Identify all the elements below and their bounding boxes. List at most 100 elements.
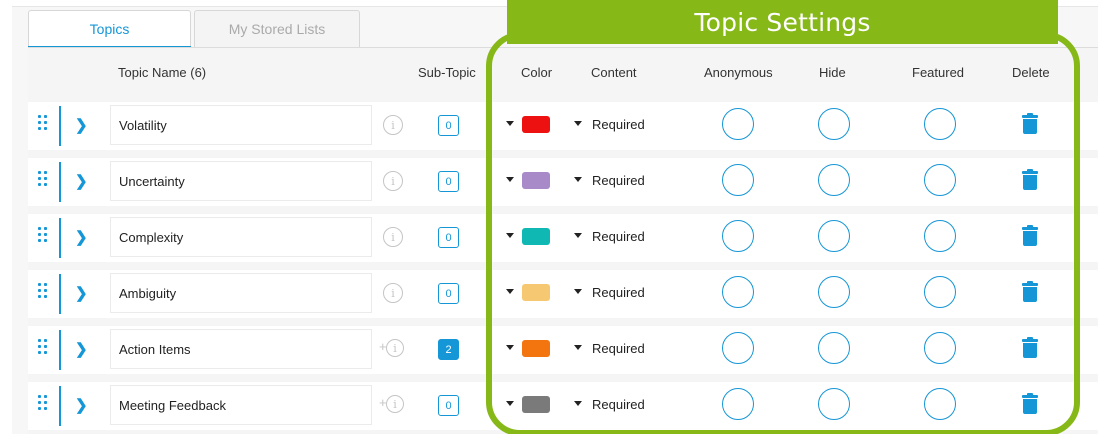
content-dropdown-caret-icon[interactable] [574,345,582,350]
column-topic-name: Topic Name (6) [118,65,207,80]
hide-toggle[interactable] [818,108,850,140]
topic-name-text: Uncertainty [119,173,185,189]
topic-name-text: Ambiguity [119,285,177,301]
content-select[interactable]: Required [592,285,645,300]
row-divider [59,386,61,426]
sub-topic-count[interactable]: 0 [438,395,459,416]
column-sub-topic: Sub-Topic [418,65,476,80]
color-swatch[interactable] [522,340,550,357]
featured-toggle[interactable] [924,332,956,364]
hide-toggle[interactable] [818,164,850,196]
info-icon[interactable]: i [383,115,403,135]
topic-name-field[interactable]: Complexity [110,217,372,257]
table-row: ❯ Uncertainty i 0 Required [28,158,1098,206]
topic-name-field[interactable]: Volatility [110,105,372,145]
trash-icon[interactable] [1022,337,1038,359]
trash-icon[interactable] [1022,113,1038,135]
hide-toggle[interactable] [818,220,850,252]
content-select[interactable]: Required [592,229,645,244]
chevron-right-icon[interactable]: ❯ [75,228,88,246]
content-dropdown-caret-icon[interactable] [574,233,582,238]
info-icon[interactable]: i [383,227,403,247]
anonymous-toggle[interactable] [722,220,754,252]
tab-my-stored-lists[interactable]: My Stored Lists [194,10,360,47]
trash-icon[interactable] [1022,281,1038,303]
chevron-right-icon[interactable]: ❯ [75,284,88,302]
table-row: ❯ Action Items + i 2 Required [28,326,1098,374]
color-swatch[interactable] [522,284,550,301]
featured-toggle[interactable] [924,108,956,140]
drag-handle-icon[interactable] [38,227,48,247]
trash-icon[interactable] [1022,225,1038,247]
sub-topic-count[interactable]: 0 [438,171,459,192]
anonymous-toggle[interactable] [722,164,754,196]
content-select[interactable]: Required [592,341,645,356]
hide-toggle[interactable] [818,276,850,308]
anonymous-toggle[interactable] [722,388,754,420]
color-dropdown-caret-icon[interactable] [506,121,514,126]
chevron-right-icon[interactable]: ❯ [75,396,88,414]
content-dropdown-caret-icon[interactable] [574,289,582,294]
chevron-right-icon[interactable]: ❯ [75,172,88,190]
color-swatch[interactable] [522,172,550,189]
row-divider [59,330,61,370]
drag-handle-icon[interactable] [38,115,48,135]
anonymous-toggle[interactable] [722,108,754,140]
hide-toggle[interactable] [818,332,850,364]
color-dropdown-caret-icon[interactable] [506,233,514,238]
topic-name-field[interactable]: Uncertainty [110,161,372,201]
sub-topic-count[interactable]: 0 [438,283,459,304]
drag-handle-icon[interactable] [38,339,48,359]
table-row: ❯ Volatility i 0 Required [28,102,1098,150]
row-divider [59,218,61,258]
color-dropdown-caret-icon[interactable] [506,177,514,182]
color-swatch[interactable] [522,396,550,413]
table-header: Topic Name (6) Sub-Topic Color Content A… [28,48,1098,96]
anonymous-toggle[interactable] [722,332,754,364]
drag-handle-icon[interactable] [38,395,48,415]
column-featured: Featured [912,65,965,80]
column-anonymous: Anonymous [704,65,773,80]
row-divider [59,162,61,202]
topic-name-field[interactable]: Ambiguity [110,273,372,313]
tab-topics[interactable]: Topics [28,10,191,48]
topic-name-field[interactable]: Meeting Feedback [110,385,372,425]
topics-table: Topic Name (6) Sub-Topic Color Content A… [28,47,1098,434]
chevron-right-icon[interactable]: ❯ [75,340,88,358]
info-icon[interactable]: i [383,283,403,303]
row-divider [59,106,61,146]
drag-handle-icon[interactable] [38,171,48,191]
color-swatch[interactable] [522,116,550,133]
sub-topic-count[interactable]: 0 [438,115,459,136]
trash-icon[interactable] [1022,393,1038,415]
content-select[interactable]: Required [592,397,645,412]
featured-toggle[interactable] [924,388,956,420]
color-dropdown-caret-icon[interactable] [506,289,514,294]
drag-handle-icon[interactable] [38,283,48,303]
trash-icon[interactable] [1022,169,1038,191]
info-icon[interactable]: i [383,171,403,191]
color-dropdown-caret-icon[interactable] [506,401,514,406]
content-dropdown-caret-icon[interactable] [574,401,582,406]
content-dropdown-caret-icon[interactable] [574,121,582,126]
table-row: ❯ Complexity i 0 Required [28,214,1098,262]
topic-name-text: Volatility [119,117,167,133]
content-dropdown-caret-icon[interactable] [574,177,582,182]
content-select[interactable]: Required [592,173,645,188]
chevron-right-icon[interactable]: ❯ [75,116,88,134]
topic-name-text: Meeting Feedback [119,397,226,413]
hide-toggle[interactable] [818,388,850,420]
featured-toggle[interactable] [924,164,956,196]
content-select[interactable]: Required [592,117,645,132]
sub-topic-count[interactable]: 2 [438,339,459,360]
color-dropdown-caret-icon[interactable] [506,345,514,350]
topic-name-text: Action Items [119,341,191,357]
row-divider [59,274,61,314]
sub-topic-count[interactable]: 0 [438,227,459,248]
featured-toggle[interactable] [924,220,956,252]
topic-name-field[interactable]: Action Items [110,329,372,369]
topic-settings-banner: Topic Settings [507,0,1058,44]
color-swatch[interactable] [522,228,550,245]
featured-toggle[interactable] [924,276,956,308]
anonymous-toggle[interactable] [722,276,754,308]
